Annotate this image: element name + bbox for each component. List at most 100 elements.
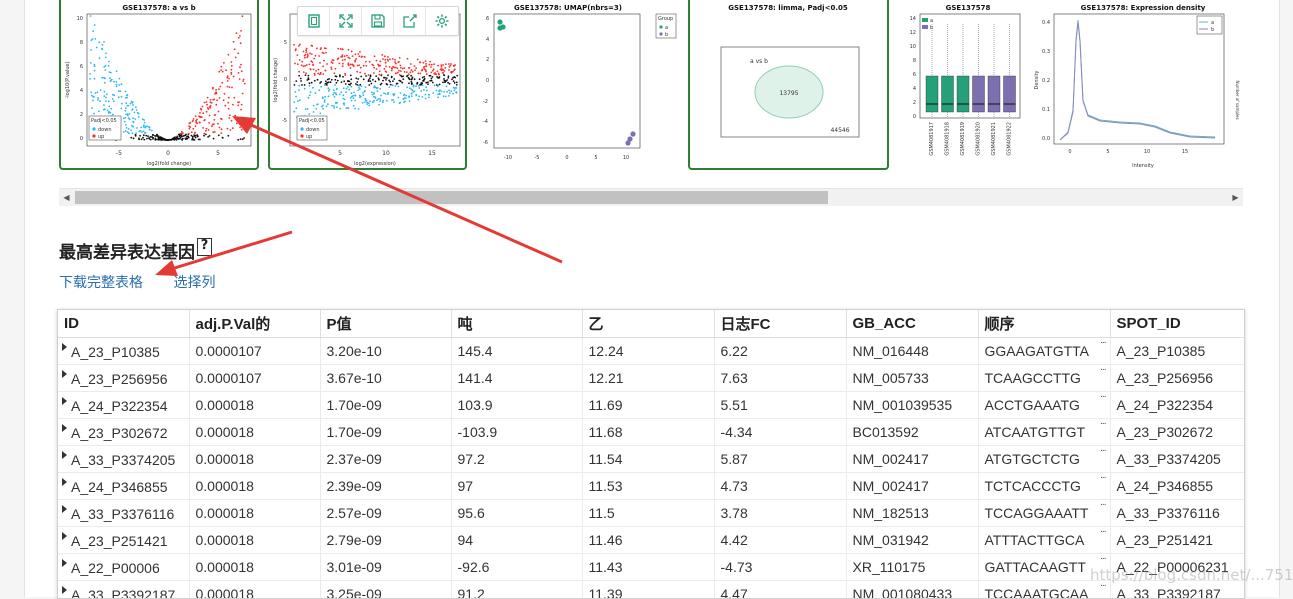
md-point bbox=[434, 73, 436, 75]
table-row[interactable]: A_23_P3026720.0000181.70e-09-103.911.68-… bbox=[58, 419, 1244, 446]
table-row[interactable]: A_33_P33742050.0000182.37e-0997.211.545.… bbox=[58, 446, 1244, 473]
md-point bbox=[335, 102, 337, 104]
volcano-point bbox=[242, 138, 244, 140]
md-point bbox=[405, 95, 407, 97]
volcano-point bbox=[176, 137, 178, 139]
md-point bbox=[309, 53, 311, 55]
table-row[interactable]: A_24_P3468550.0000182.39e-099711.534.73N… bbox=[58, 473, 1244, 500]
volcano-point bbox=[241, 129, 243, 131]
expand-row-icon[interactable] bbox=[62, 586, 67, 594]
cell-value: ATCAATGTTGT bbox=[985, 424, 1086, 440]
scroll-right-arrow-icon[interactable]: ▶ bbox=[1228, 189, 1243, 206]
scrollbar-thumb[interactable] bbox=[75, 191, 828, 204]
settings-button[interactable] bbox=[426, 7, 458, 35]
save-button[interactable] bbox=[362, 7, 394, 35]
table-row[interactable]: A_22_P000060.0000183.01e-09-92.611.43-4.… bbox=[58, 554, 1244, 581]
md-point bbox=[357, 89, 359, 91]
volcano-point bbox=[149, 129, 151, 131]
cell-value: 94 bbox=[458, 532, 474, 548]
column-header[interactable]: SPOT_ID bbox=[1110, 310, 1244, 338]
column-header[interactable]: 日志FC bbox=[714, 310, 846, 338]
umap-plot-thumbnail[interactable]: GSE137578: UMAP(nbrs=3) Group a b -10 -5… bbox=[478, 0, 678, 170]
help-icon[interactable]: ? bbox=[197, 238, 212, 256]
table-row[interactable]: A_33_P33761160.0000182.57e-0995.611.53.7… bbox=[58, 500, 1244, 527]
thumbnail-scrollbar[interactable]: ◀ ▶ bbox=[59, 188, 1243, 206]
row-id: A_24_P322354 bbox=[71, 398, 168, 414]
share-button[interactable] bbox=[394, 7, 426, 35]
column-header[interactable]: 乙 bbox=[582, 310, 714, 338]
volcano-point bbox=[220, 66, 222, 68]
column-header[interactable]: GB_ACC bbox=[846, 310, 978, 338]
md-point bbox=[295, 91, 297, 93]
expand-row-icon[interactable] bbox=[62, 532, 67, 540]
expand-row-icon[interactable] bbox=[62, 451, 67, 459]
volcano-point bbox=[231, 69, 233, 71]
table-cell: 2.39e-09 bbox=[320, 473, 451, 500]
volcano-point bbox=[206, 128, 208, 130]
boxplot-thumbnail[interactable]: GSE137578 a b GSM4081917GSM4081918GSM408… bbox=[898, 0, 1024, 170]
expand-row-icon[interactable] bbox=[62, 343, 67, 351]
md-point bbox=[437, 65, 439, 67]
cell-value: -103.9 bbox=[458, 424, 498, 440]
md-point bbox=[317, 79, 319, 81]
volcano-point bbox=[123, 131, 125, 133]
md-point bbox=[452, 71, 454, 73]
svg-text:-10: -10 bbox=[504, 155, 512, 161]
fullscreen-button[interactable] bbox=[330, 7, 362, 35]
select-columns-link[interactable]: 选择列 bbox=[173, 275, 215, 291]
volcano-point bbox=[171, 138, 173, 140]
volcano-plot-thumbnail[interactable]: GSE137578: a vs b Padj<0.05 down up -5 0… bbox=[59, 0, 259, 170]
venn-diagram-thumbnail[interactable]: GSE137578: limma, Padj<0.05 a vs b 13795… bbox=[688, 0, 889, 170]
volcano-point bbox=[222, 137, 224, 139]
download-table-link[interactable]: 下载完整表格 bbox=[59, 275, 143, 291]
table-row[interactable]: A_23_P103850.00001073.20e-10145.412.246.… bbox=[58, 338, 1244, 365]
md-point bbox=[315, 108, 317, 110]
volcano-point bbox=[208, 129, 210, 131]
table-row[interactable]: A_24_P3223540.0000181.70e-09103.911.695.… bbox=[58, 392, 1244, 419]
volcano-point bbox=[241, 104, 243, 106]
md-point bbox=[298, 75, 300, 77]
md-point bbox=[368, 84, 370, 86]
expand-row-icon[interactable] bbox=[62, 424, 67, 432]
md-point bbox=[376, 68, 378, 70]
md-point bbox=[329, 89, 331, 91]
md-point bbox=[318, 89, 320, 91]
md-point bbox=[394, 59, 396, 61]
column-header[interactable]: ID bbox=[58, 310, 189, 338]
md-point bbox=[380, 95, 382, 97]
volcano-point bbox=[187, 135, 189, 137]
md-point bbox=[297, 63, 299, 65]
expand-row-icon[interactable] bbox=[62, 505, 67, 513]
volcano-point bbox=[154, 139, 156, 141]
expand-row-icon[interactable] bbox=[62, 370, 67, 378]
volcano-legend: Padj<0.05 down up bbox=[89, 116, 121, 140]
scroll-left-arrow-icon[interactable]: ◀ bbox=[59, 189, 74, 206]
maximize-button[interactable] bbox=[298, 7, 330, 35]
md-point bbox=[325, 48, 327, 50]
md-point bbox=[328, 95, 330, 97]
md-point bbox=[378, 64, 380, 66]
table-row[interactable]: A_23_P2514210.0000182.79e-099411.464.42N… bbox=[58, 527, 1244, 554]
md-point bbox=[306, 48, 308, 50]
md-point bbox=[342, 76, 344, 78]
density-plot-thumbnail[interactable]: GSE137578: Expression density a b 0 5 10… bbox=[1030, 0, 1225, 170]
column-header[interactable]: adj.P.Val的 bbox=[189, 310, 320, 338]
expand-row-icon[interactable] bbox=[62, 559, 67, 567]
md-point bbox=[315, 55, 317, 57]
md-point bbox=[353, 92, 355, 94]
expand-row-icon[interactable] bbox=[62, 478, 67, 486]
md-point bbox=[327, 87, 329, 89]
volcano-point bbox=[207, 107, 209, 109]
volcano-point bbox=[193, 118, 195, 120]
table-row[interactable]: A_23_P2569560.00001073.67e-10141.412.217… bbox=[58, 365, 1244, 392]
cell-value: 145.4 bbox=[458, 343, 493, 359]
column-header[interactable]: 吨 bbox=[451, 310, 582, 338]
table-row[interactable]: A_33_P33921870.0000183.25e-0991.211.394.… bbox=[58, 581, 1244, 599]
expand-row-icon[interactable] bbox=[62, 397, 67, 405]
volcano-point bbox=[215, 89, 217, 91]
volcano-point bbox=[94, 70, 96, 72]
md-point bbox=[424, 68, 426, 70]
md-point bbox=[390, 84, 392, 86]
column-header[interactable]: 顺序 bbox=[978, 310, 1110, 338]
column-header[interactable]: P值 bbox=[320, 310, 451, 338]
